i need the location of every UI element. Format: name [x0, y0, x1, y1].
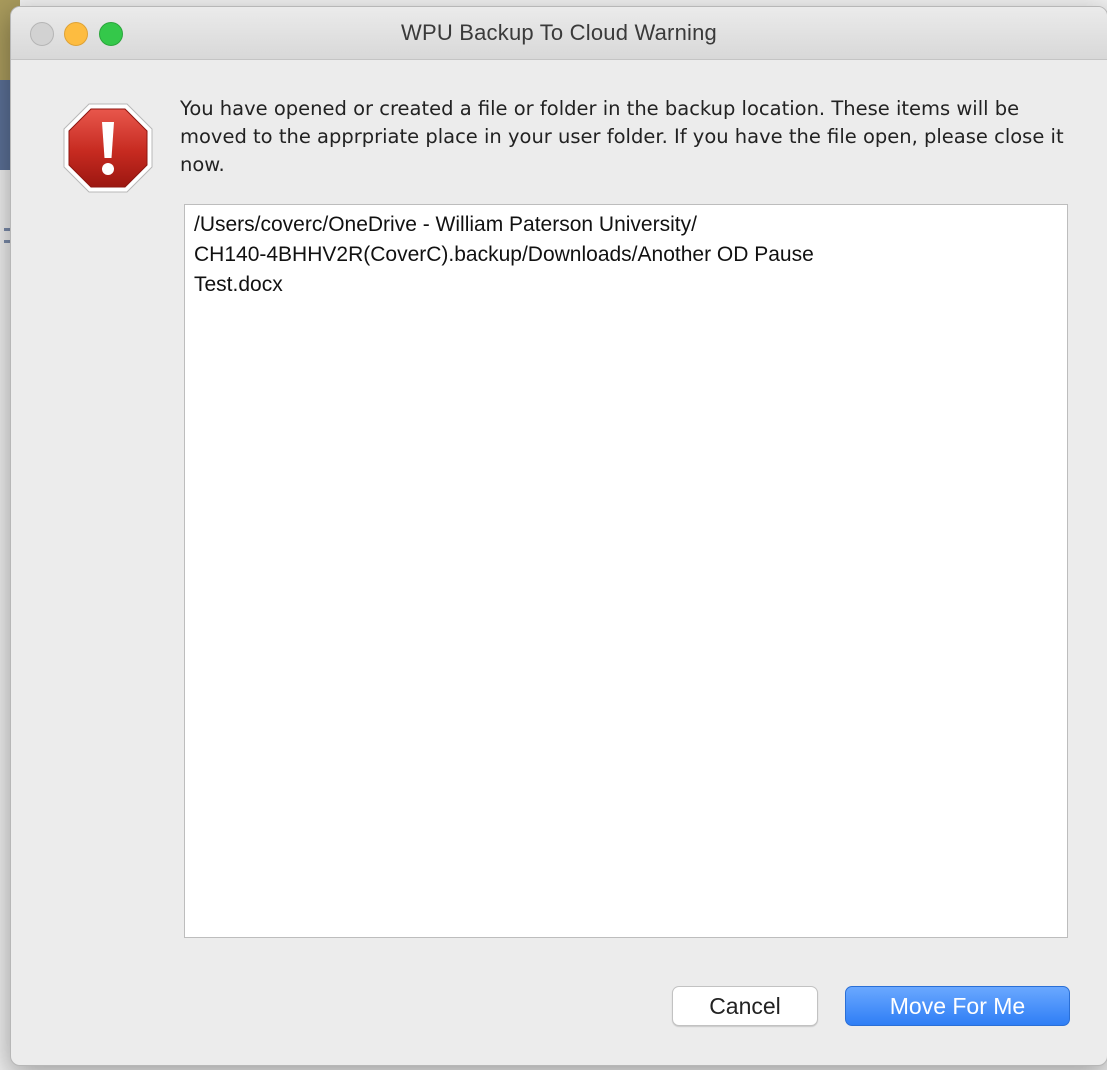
- cancel-button[interactable]: Cancel: [672, 986, 818, 1026]
- move-for-me-button[interactable]: Move For Me: [845, 986, 1070, 1026]
- stop-alert-exclamation-icon: [63, 103, 153, 193]
- file-path-text-area[interactable]: /Users/coverc/OneDrive - William Paterso…: [184, 204, 1068, 938]
- alert-message: You have opened or created a file or fol…: [180, 97, 1064, 176]
- alert-dialog: WPU Backup To Cloud Warning You have ope…: [10, 6, 1107, 1066]
- title-bar[interactable]: WPU Backup To Cloud Warning: [11, 7, 1107, 60]
- window-title: WPU Backup To Cloud Warning: [401, 20, 717, 45]
